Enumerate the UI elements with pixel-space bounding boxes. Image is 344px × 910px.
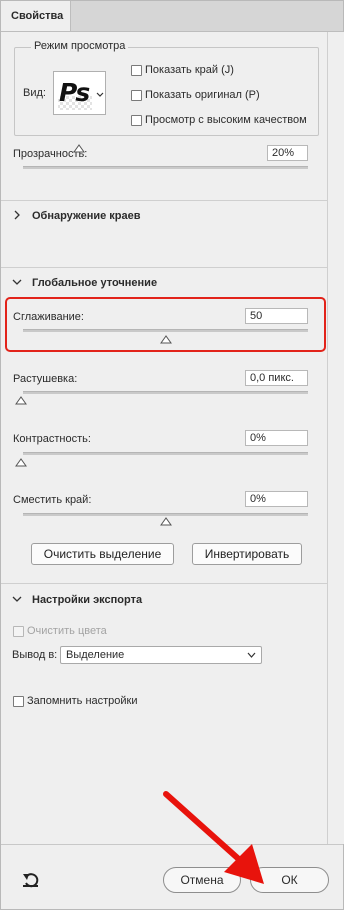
decontaminate-colors-label: Очистить цвета <box>27 625 107 637</box>
divider <box>1 200 327 201</box>
tab-properties[interactable]: Свойства <box>1 1 71 31</box>
view-label: Вид: <box>23 87 46 99</box>
high-quality-preview-checkbox[interactable] <box>131 115 142 126</box>
decontaminate-colors-checkbox[interactable] <box>13 626 24 637</box>
chevron-down-icon[interactable] <box>12 595 22 603</box>
contrast-label: Контрастность: <box>13 433 91 445</box>
chevron-down-icon <box>96 92 104 97</box>
contrast-input[interactable]: 0% <box>245 430 308 446</box>
view-mode-dropdown[interactable] <box>95 71 106 115</box>
panel-tab-bar: Свойства <box>1 1 343 32</box>
shift-edge-input[interactable]: 0% <box>245 491 308 507</box>
view-mode-title: Режим просмотра <box>31 40 129 52</box>
reset-icon[interactable] <box>22 872 40 888</box>
feather-slider-thumb[interactable] <box>15 395 27 405</box>
invert-button[interactable]: Инвертировать <box>192 543 302 565</box>
opacity-input[interactable]: 20% <box>267 145 308 161</box>
contrast-slider-thumb[interactable] <box>15 457 27 467</box>
shift-edge-slider-thumb[interactable] <box>160 516 172 526</box>
contrast-slider-track[interactable] <box>23 452 308 455</box>
feather-input[interactable]: 0,0 пикс. <box>245 370 308 386</box>
chevron-down-icon[interactable] <box>12 278 22 286</box>
output-select-value: Выделение <box>66 649 125 661</box>
remember-settings-label: Запомнить настройки <box>27 695 138 707</box>
divider <box>1 583 327 584</box>
opacity-slider-track[interactable] <box>23 166 308 169</box>
show-edge-label: Показать край (J) <box>145 64 234 76</box>
edge-detection-header[interactable]: Обнаружение краев <box>32 210 141 222</box>
clear-selection-button[interactable]: Очистить выделение <box>31 543 174 565</box>
high-quality-preview-label: Просмотр с высоким качеством <box>145 114 307 126</box>
show-original-checkbox[interactable] <box>131 90 142 101</box>
remember-settings-checkbox[interactable] <box>13 696 24 707</box>
shift-edge-label: Сместить край: <box>13 494 92 506</box>
divider <box>1 267 327 268</box>
chevron-right-icon[interactable] <box>13 210 21 220</box>
view-mode-thumbnail[interactable]: Ps <box>53 71 97 115</box>
feather-label: Растушевка: <box>13 373 78 385</box>
photoshop-logo-text: Ps <box>59 78 90 107</box>
opacity-slider-thumb[interactable] <box>73 143 85 153</box>
output-select[interactable]: Выделение <box>60 646 262 664</box>
properties-panel: Свойства Режим просмотра Вид: Ps Показат… <box>0 0 344 910</box>
red-arrow-annotation <box>163 791 264 884</box>
global-refinement-header[interactable]: Глобальное уточнение <box>32 277 157 289</box>
chevron-down-icon <box>247 652 256 658</box>
scrollbar[interactable] <box>327 32 344 844</box>
highlight-box <box>5 297 326 352</box>
output-label: Вывод в: <box>12 649 58 661</box>
show-edge-checkbox[interactable] <box>131 65 142 76</box>
export-settings-header[interactable]: Настройки экспорта <box>32 594 142 606</box>
feather-slider-track[interactable] <box>23 391 308 394</box>
show-original-label: Показать оригинал (P) <box>145 89 260 101</box>
